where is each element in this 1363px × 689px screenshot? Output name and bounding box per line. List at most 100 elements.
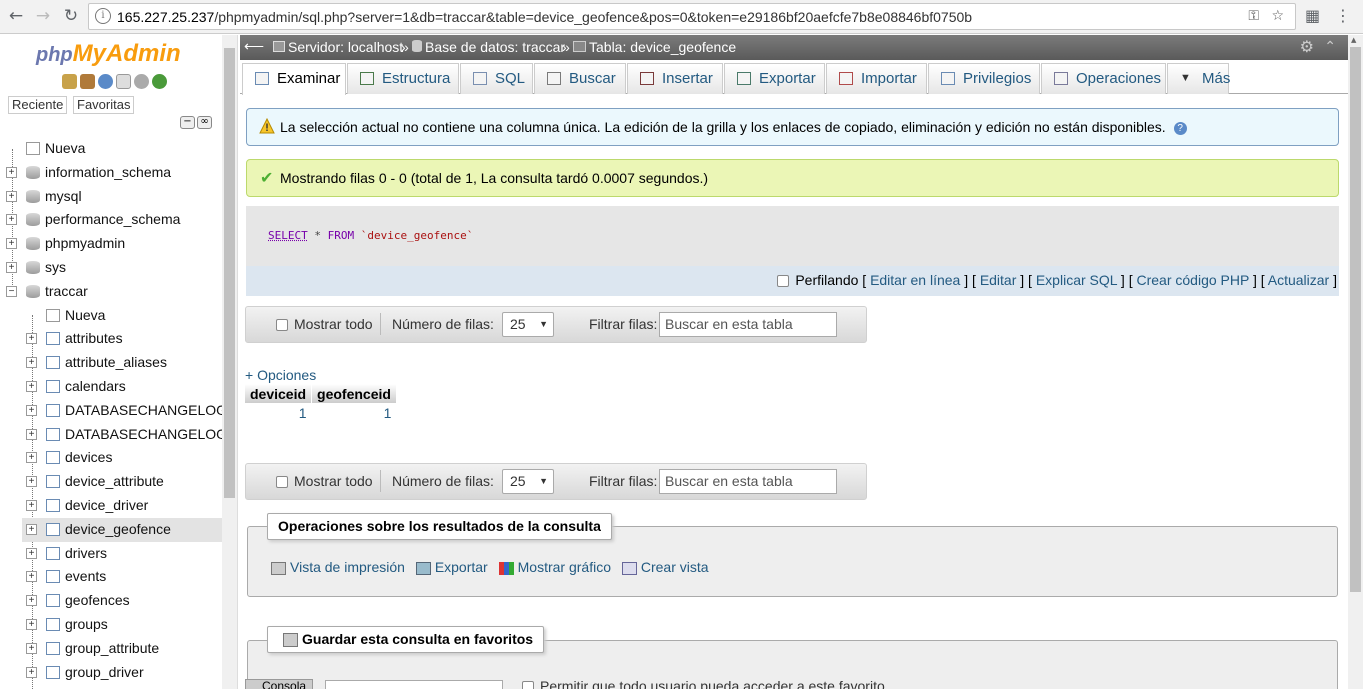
column-header[interactable]: geofenceid bbox=[311, 384, 397, 403]
database-icon[interactable] bbox=[26, 213, 40, 227]
bookmark-star-icon[interactable]: ☆ bbox=[1271, 8, 1284, 24]
tree-item-label[interactable]: group_attribute bbox=[65, 637, 159, 660]
create-php-link[interactable]: Crear código PHP bbox=[1136, 272, 1249, 288]
help-icon[interactable]: ? bbox=[1173, 121, 1187, 135]
home-icon[interactable] bbox=[62, 74, 77, 89]
table-icon[interactable] bbox=[46, 617, 60, 631]
table-icon[interactable] bbox=[46, 641, 60, 655]
show-all-checkbox[interactable] bbox=[276, 319, 288, 332]
tab-importar[interactable]: Importar bbox=[826, 63, 927, 94]
export-link[interactable]: Exportar bbox=[435, 559, 488, 575]
table-icon[interactable] bbox=[46, 403, 60, 417]
tree-item-label[interactable]: group_geofence bbox=[65, 684, 166, 689]
key-icon[interactable]: ⚿ bbox=[1248, 8, 1259, 24]
expand-icon[interactable]: + bbox=[6, 166, 17, 178]
explain-sql-link[interactable]: Explicar SQL bbox=[1036, 272, 1117, 288]
options-link[interactable]: + Opciones bbox=[245, 367, 316, 383]
documentation-icon[interactable] bbox=[116, 74, 131, 89]
forward-arrow-icon[interactable]: → bbox=[33, 6, 53, 26]
tree-item-sys[interactable]: + sys bbox=[0, 256, 222, 280]
extension-icon[interactable]: ▦ bbox=[1305, 6, 1320, 25]
database-icon[interactable] bbox=[26, 260, 40, 274]
tree-item-databasechangelog[interactable]: + DATABASECHANGELOG bbox=[0, 399, 227, 423]
tree-item-geofences[interactable]: + geofences bbox=[0, 589, 222, 613]
permit-all-option[interactable]: Permitir que todo usuario pueda acceder … bbox=[522, 678, 885, 689]
recent-button[interactable]: Reciente bbox=[8, 96, 68, 114]
table-icon[interactable] bbox=[46, 570, 60, 584]
tree-item-attribute-aliases[interactable]: + attribute_aliases bbox=[0, 351, 222, 375]
collapse-nav-icon[interactable]: ⟵ bbox=[244, 38, 264, 55]
table-icon[interactable] bbox=[46, 522, 60, 536]
tree-item-label[interactable]: device_geofence bbox=[65, 518, 171, 541]
main-scrollbar[interactable]: ▲ bbox=[1348, 35, 1363, 689]
refresh-link[interactable]: Actualizar bbox=[1268, 272, 1329, 288]
tree-item-label[interactable]: DATABASECHANGELOG bbox=[65, 399, 227, 422]
tree-item-label[interactable]: Nueva bbox=[65, 304, 105, 327]
site-info-icon[interactable]: i bbox=[95, 8, 111, 24]
expand-icon[interactable]: + bbox=[26, 428, 37, 440]
tab-examinar[interactable]: Examinar bbox=[242, 63, 346, 95]
phpmyadmin-logo[interactable]: phpMyAdmin bbox=[36, 40, 181, 68]
table-icon[interactable] bbox=[46, 665, 60, 679]
reload-icon[interactable]: ↻ bbox=[61, 6, 81, 26]
tree-item-attributes[interactable]: + attributes bbox=[0, 327, 222, 351]
tab-sql[interactable]: SQL bbox=[460, 63, 533, 94]
tab-exportar[interactable]: Exportar bbox=[724, 63, 825, 94]
expand-icon[interactable]: + bbox=[26, 571, 37, 583]
new-icon[interactable] bbox=[46, 308, 60, 322]
tree-item-groups[interactable]: + groups bbox=[0, 613, 222, 637]
tree-item-phpmyadmin[interactable]: + phpmyadmin bbox=[0, 232, 222, 256]
menu-icon[interactable]: ⋮ bbox=[1335, 6, 1351, 25]
table-icon[interactable] bbox=[46, 475, 60, 489]
collapse-all-icon[interactable]: − bbox=[180, 116, 195, 129]
tree-item-device-driver[interactable]: + device_driver bbox=[0, 494, 222, 518]
expand-icon[interactable]: + bbox=[26, 380, 37, 392]
tab-buscar[interactable]: Buscar bbox=[534, 63, 626, 94]
tree-item-label[interactable]: group_driver bbox=[65, 661, 144, 684]
tree-item-devices[interactable]: + devices bbox=[0, 446, 222, 470]
tree-item-label[interactable]: DATABASECHANGELOGLOCK bbox=[65, 423, 237, 446]
tree-item-nueva[interactable]: Nueva bbox=[0, 304, 222, 328]
table-icon[interactable] bbox=[46, 332, 60, 346]
tree-item-label[interactable]: phpmyadmin bbox=[45, 232, 125, 255]
link-icon[interactable]: ∞ bbox=[197, 116, 212, 129]
tab-estructura[interactable]: Estructura bbox=[347, 63, 459, 94]
expand-icon[interactable]: + bbox=[26, 523, 37, 535]
tree-item-label[interactable]: Nueva bbox=[45, 137, 85, 160]
tree-item-nueva[interactable]: Nueva bbox=[0, 137, 222, 161]
expand-icon[interactable]: + bbox=[26, 618, 37, 630]
expand-icon[interactable]: + bbox=[26, 357, 37, 369]
tree-item-traccar[interactable]: − traccar bbox=[0, 280, 222, 304]
expand-icon[interactable]: + bbox=[26, 499, 37, 511]
tree-item-label[interactable]: device_driver bbox=[65, 494, 148, 517]
left-scrollbar[interactable] bbox=[222, 35, 237, 689]
tab-privilegios[interactable]: Privilegios bbox=[928, 63, 1040, 94]
tree-item-label[interactable]: events bbox=[65, 565, 106, 588]
table-icon[interactable] bbox=[46, 379, 60, 393]
expand-icon[interactable]: + bbox=[26, 595, 37, 607]
new-icon[interactable] bbox=[26, 142, 40, 155]
tree-item-label[interactable]: attributes bbox=[65, 327, 123, 350]
settings-gear-icon[interactable] bbox=[134, 74, 149, 89]
edit-inline-link[interactable]: Editar en línea bbox=[870, 272, 960, 288]
filter-input[interactable]: Buscar en esta tabla bbox=[659, 312, 837, 337]
expand-icon[interactable]: + bbox=[6, 190, 17, 202]
tree-item-label[interactable]: mysql bbox=[45, 185, 82, 208]
breadcrumb-server[interactable]: Servidor: localhost bbox=[273, 39, 403, 55]
database-icon[interactable] bbox=[26, 284, 40, 298]
column-header[interactable]: deviceid bbox=[245, 384, 313, 403]
help-icon[interactable] bbox=[98, 74, 113, 89]
rows-select[interactable]: 25 ▼ bbox=[502, 469, 554, 494]
tab-mas[interactable]: ▼ Más bbox=[1167, 63, 1230, 94]
rows-select[interactable]: 25 ▼ bbox=[502, 312, 554, 337]
favorites-button[interactable]: Favoritas bbox=[73, 96, 135, 114]
expand-icon[interactable]: + bbox=[26, 476, 37, 488]
console-button[interactable]: Consola bbox=[245, 679, 313, 689]
tree-item-label[interactable]: traccar bbox=[45, 280, 88, 303]
tree-item-events[interactable]: + events bbox=[0, 565, 222, 589]
expand-icon[interactable]: + bbox=[26, 547, 37, 559]
tree-item-group-attribute[interactable]: + group_attribute bbox=[0, 637, 222, 661]
expand-icon[interactable]: + bbox=[26, 666, 37, 678]
show-all-control[interactable]: Mostrar todo bbox=[276, 473, 373, 489]
tree-item-information-schema[interactable]: + information_schema bbox=[0, 161, 222, 185]
